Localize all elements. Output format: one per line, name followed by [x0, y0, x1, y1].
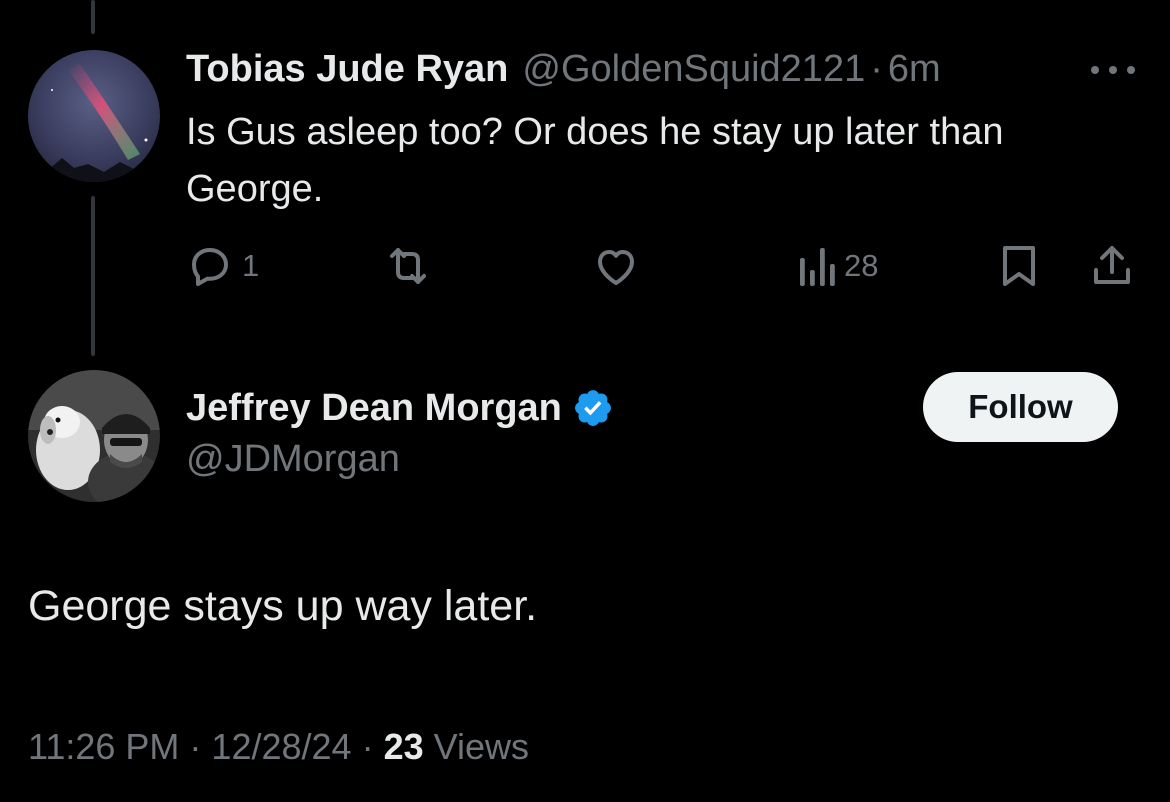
main-author-name[interactable]: Jeffrey Dean Morgan [186, 387, 562, 430]
more-dots-icon[interactable] [1086, 58, 1140, 82]
share-button[interactable] [1088, 242, 1136, 290]
bookmark-button[interactable] [997, 242, 1041, 290]
like-button[interactable] [592, 242, 640, 290]
reply-author-handle[interactable]: @GoldenSquid2121 [522, 48, 865, 91]
repost-icon [382, 242, 434, 290]
follow-button[interactable]: Follow [923, 372, 1118, 442]
meta-separator-2: · [361, 726, 374, 767]
reply-text: Is Gus asleep too? Or does he stay up la… [186, 111, 1004, 210]
reply-count: 1 [242, 248, 260, 283]
verified-badge-icon[interactable] [562, 387, 614, 429]
main-author-handle[interactable]: @JDMorgan [186, 438, 400, 481]
meta-separator-1: · [189, 726, 202, 767]
main-tweet-text: George stays up way later. [28, 582, 538, 630]
main-author-avatar[interactable] [28, 370, 160, 502]
bar-chart-icon [796, 242, 836, 290]
bookmark-icon [997, 242, 1041, 290]
tweet-views-label: Views [433, 726, 529, 767]
views-count: 28 [844, 248, 879, 283]
reply-separator: · [870, 47, 883, 90]
speech-bubble-icon [186, 242, 234, 290]
reply-author-avatar[interactable] [28, 50, 160, 182]
repost-button[interactable] [382, 242, 434, 290]
views-button[interactable]: 28 [796, 242, 878, 290]
reply-button[interactable]: 1 [186, 242, 259, 290]
thread-line-top [91, 0, 95, 34]
reply-header: Tobias Jude Ryan @GoldenSquid2121 · 6m [186, 44, 941, 94]
share-icon [1088, 242, 1136, 290]
main-author-row: Jeffrey Dean Morgan [186, 382, 614, 434]
heart-icon [592, 242, 640, 290]
tweet-time[interactable]: 11:26 PM [28, 726, 179, 768]
reply-author-name[interactable]: Tobias Jude Ryan [186, 48, 508, 91]
thread-line-bottom [91, 196, 95, 356]
tweet-views-count[interactable]: 23 [384, 726, 424, 768]
tweet-date[interactable]: 12/28/24 [211, 726, 351, 768]
reply-timestamp[interactable]: 6m [888, 48, 941, 91]
tweet-meta-row: 11:26 PM · 12/28/24 · 23 Views [28, 722, 529, 772]
